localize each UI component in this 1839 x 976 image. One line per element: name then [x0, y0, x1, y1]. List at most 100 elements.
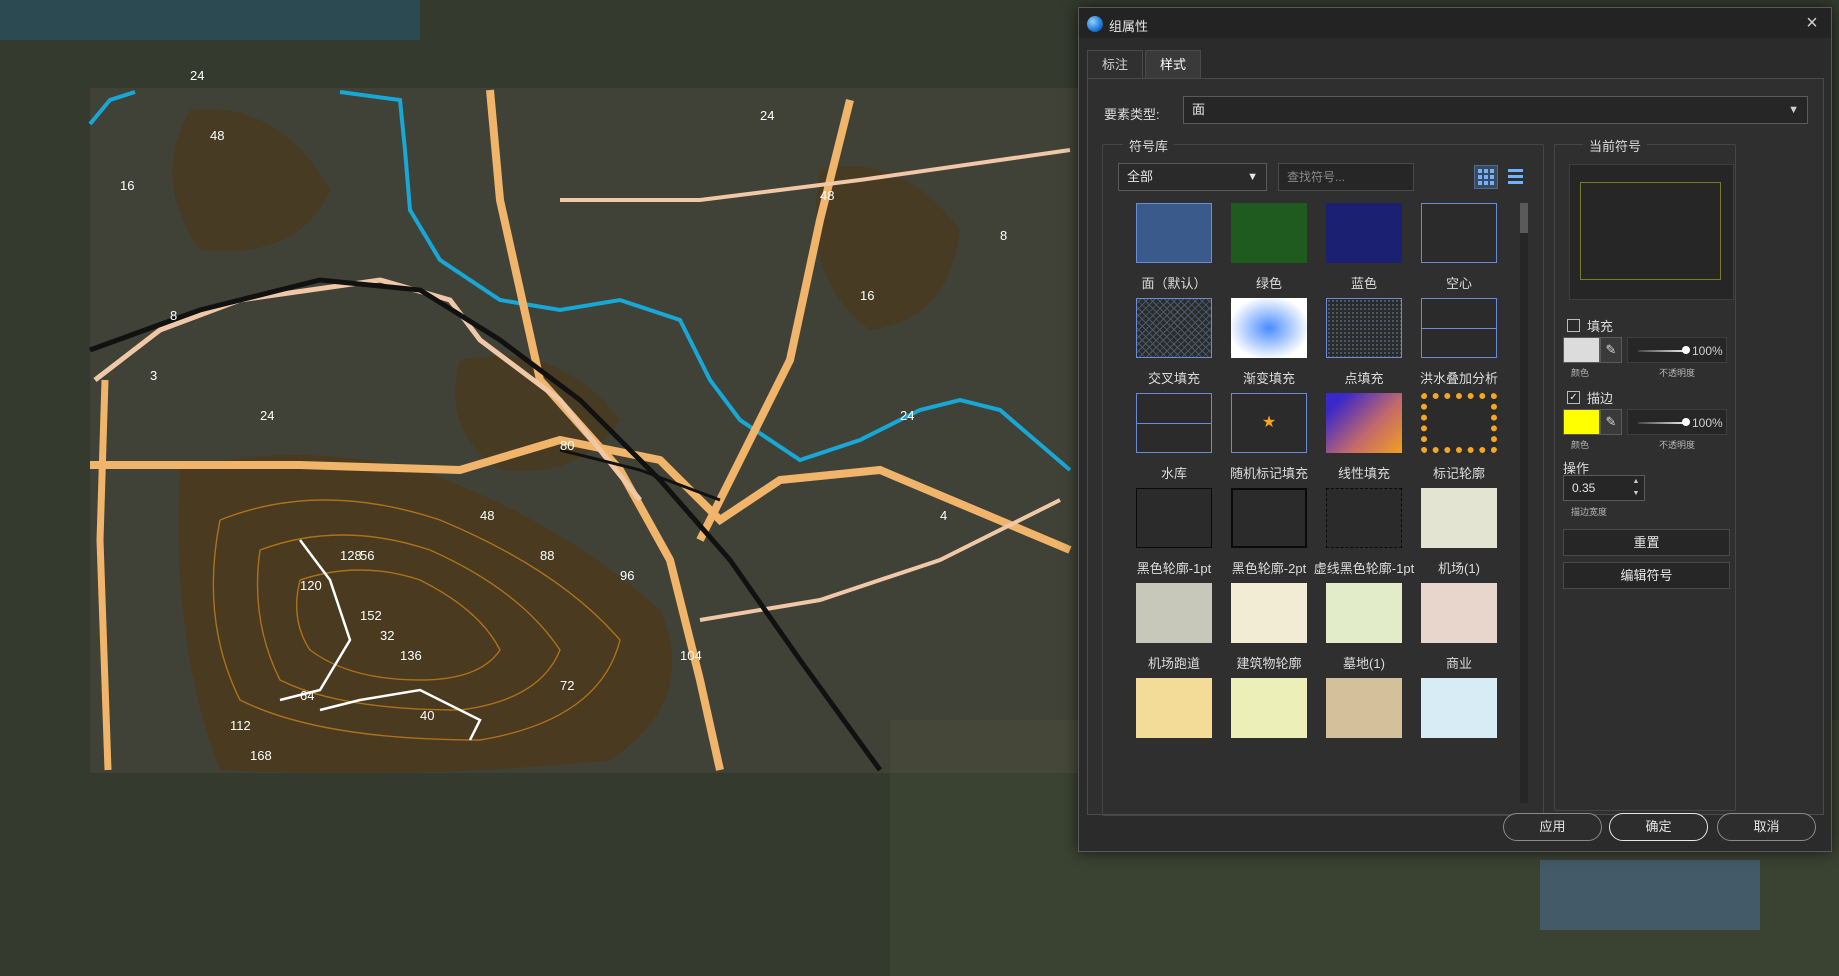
eyedropper-icon[interactable]: ✎ — [1600, 409, 1622, 435]
fill-label: 填充 — [1587, 319, 1614, 334]
contour-label: 40 — [420, 708, 434, 723]
tab-bar: 标注 样式 — [1087, 50, 1203, 78]
contour-label: 136 — [400, 648, 422, 663]
symbol-label: 洪水叠加分析 — [1419, 371, 1498, 386]
contour-label: 24 — [760, 108, 774, 123]
symbol-random-marker-fill[interactable]: ★ 随机标记填充 — [1213, 393, 1323, 503]
symbol-dashed-black-outline[interactable]: 虚线黑色轮廓-1pt — [1308, 488, 1418, 598]
symbol-black-outline-2pt[interactable]: 黑色轮廓-2pt — [1213, 488, 1323, 598]
symbol-scrollbar[interactable] — [1520, 203, 1528, 803]
symbol-symbol-row6-b[interactable] — [1213, 678, 1323, 788]
symbol-swatch — [1326, 678, 1402, 738]
symbol-gradient-fill[interactable]: 渐变填充 — [1213, 298, 1323, 408]
fill-color-swatch[interactable] — [1563, 337, 1600, 363]
symbol-grid: 面（默认） 绿色 蓝色空心交叉填充 渐变填充 点填充 洪水叠加分析水库 ★ 随机标记填充 线性填… — [1118, 203, 1518, 803]
symbol-swatch — [1136, 583, 1212, 643]
symbol-flood-overlay[interactable]: 洪水叠加分析 — [1403, 298, 1513, 408]
grid-view-icon[interactable] — [1474, 165, 1498, 189]
stroke-checkbox[interactable]: ✓ — [1567, 391, 1580, 404]
group-properties-dialog: 组属性 × 标注 样式 要素类型: 面 ▼ 符号库 全部 ▼ 面（默认）绿色蓝色… — [1078, 7, 1832, 852]
symbol-building-outline[interactable]: 建筑物轮廓 — [1213, 583, 1323, 693]
symbol-swatch — [1136, 298, 1212, 358]
apply-button[interactable]: 应用 — [1503, 813, 1602, 841]
symbol-preview — [1569, 164, 1734, 300]
stroke-opacity-value: 100% — [1692, 416, 1723, 430]
symbol-swatch — [1136, 488, 1212, 548]
contour-label: 3 — [150, 368, 157, 383]
stroke-color-caption: 颜色 — [1571, 440, 1590, 450]
contour-label: 16 — [120, 178, 134, 193]
symbol-swatch — [1421, 393, 1497, 453]
symbol-symbol-row6-a[interactable] — [1118, 678, 1228, 788]
ok-button[interactable]: 确定 — [1609, 813, 1708, 841]
close-icon[interactable]: × — [1801, 12, 1823, 34]
tab-style[interactable]: 样式 — [1145, 50, 1202, 78]
water-body — [0, 0, 420, 40]
fill-checkbox[interactable] — [1567, 319, 1580, 332]
symbol-marker-outline[interactable]: 标记轮廓 — [1403, 393, 1513, 503]
contour-label: 8 — [170, 308, 177, 323]
symbol-hollow[interactable]: 空心 — [1403, 203, 1513, 313]
stroke-color-swatch[interactable] — [1563, 409, 1600, 435]
eyedropper-icon[interactable]: ✎ — [1600, 337, 1622, 363]
list-view-icon[interactable] — [1504, 165, 1528, 189]
symbol-label: 标记轮廓 — [1432, 466, 1485, 481]
spin-arrows-icon[interactable]: ▲ ▼ — [1629, 476, 1643, 500]
contour-label: 24 — [260, 408, 274, 423]
fill-opacity-slider[interactable]: 100% — [1627, 337, 1727, 363]
swatch-divider — [1137, 423, 1211, 424]
symbol-swatch — [1231, 203, 1307, 263]
cancel-button[interactable]: 取消 — [1717, 813, 1816, 841]
slider-thumb[interactable] — [1682, 346, 1690, 354]
symbol-commercial[interactable]: 商业 — [1403, 583, 1513, 693]
symbol-green-fill[interactable]: 绿色 — [1213, 203, 1323, 313]
symbol-default-fill[interactable]: 面（默认） — [1118, 203, 1228, 313]
symbol-airport-runway[interactable]: 机场跑道 — [1118, 583, 1228, 693]
feature-type-value: 面 — [1192, 102, 1206, 117]
reset-button[interactable]: 重置 — [1563, 529, 1730, 556]
symbol-reservoir[interactable]: 水库 — [1118, 393, 1228, 503]
symbol-blue-fill[interactable]: 蓝色 — [1308, 203, 1418, 313]
stroke-width-caption: 描边宽度 — [1571, 507, 1608, 517]
app-globe-icon — [1087, 16, 1103, 32]
symbol-category-select[interactable]: 全部 ▼ — [1118, 163, 1267, 191]
contour-label: 96 — [620, 568, 634, 583]
symbol-preview-shape — [1580, 182, 1721, 280]
symbol-label: 空心 — [1445, 276, 1472, 291]
symbol-swatch — [1421, 203, 1497, 263]
chevron-down-icon: ▼ — [1247, 171, 1258, 183]
scroll-thumb[interactable] — [1520, 203, 1528, 233]
symbol-swatch — [1136, 393, 1212, 453]
current-symbol-group: 当前符号 填充 ✎ 100% 颜色 不透明度 ✓ 描边 ✎ 100% 颜色 不透… — [1554, 136, 1736, 811]
symbol-label: 机场(1) — [1438, 561, 1480, 576]
slider-thumb[interactable] — [1682, 418, 1690, 426]
stroke-opacity-caption: 不透明度 — [1659, 440, 1696, 450]
symbol-symbol-row6-d[interactable] — [1403, 678, 1513, 788]
dialog-titlebar[interactable]: 组属性 × — [1079, 8, 1831, 38]
contour-label: 8 — [1000, 228, 1007, 243]
fill-color-caption: 颜色 — [1571, 368, 1590, 378]
symbol-airport[interactable]: 机场(1) — [1403, 488, 1513, 598]
symbol-search-input[interactable] — [1278, 163, 1414, 191]
symbol-symbol-row6-c[interactable] — [1308, 678, 1418, 788]
symbol-black-outline-1pt[interactable]: 黑色轮廓-1pt — [1118, 488, 1228, 598]
symbol-linear-fill[interactable]: 线性填充 — [1308, 393, 1418, 503]
symbol-swatch — [1326, 583, 1402, 643]
symbol-swatch: ★ — [1231, 393, 1307, 453]
symbol-swatch — [1231, 298, 1307, 358]
contour-label: 32 — [380, 628, 394, 643]
feature-type-select[interactable]: 面 ▼ — [1183, 96, 1808, 124]
symbol-dot-fill[interactable]: 点填充 — [1308, 298, 1418, 408]
symbol-swatch — [1326, 393, 1402, 453]
symbol-cross-hatch[interactable]: 交叉填充 — [1118, 298, 1228, 408]
edit-symbol-button[interactable]: 编辑符号 — [1563, 562, 1730, 589]
contour-label: 4 — [940, 508, 947, 523]
contour-label: 104 — [680, 648, 702, 663]
contour-label: 48 — [480, 508, 494, 523]
symbol-cemetery[interactable]: 墓地(1) — [1308, 583, 1418, 693]
stroke-opacity-slider[interactable]: 100% — [1627, 409, 1727, 435]
tab-label[interactable]: 标注 — [1087, 50, 1144, 78]
symbol-swatch — [1231, 488, 1307, 548]
current-symbol-title: 当前符号 — [1583, 136, 1648, 155]
stroke-label: 描边 — [1587, 391, 1614, 406]
